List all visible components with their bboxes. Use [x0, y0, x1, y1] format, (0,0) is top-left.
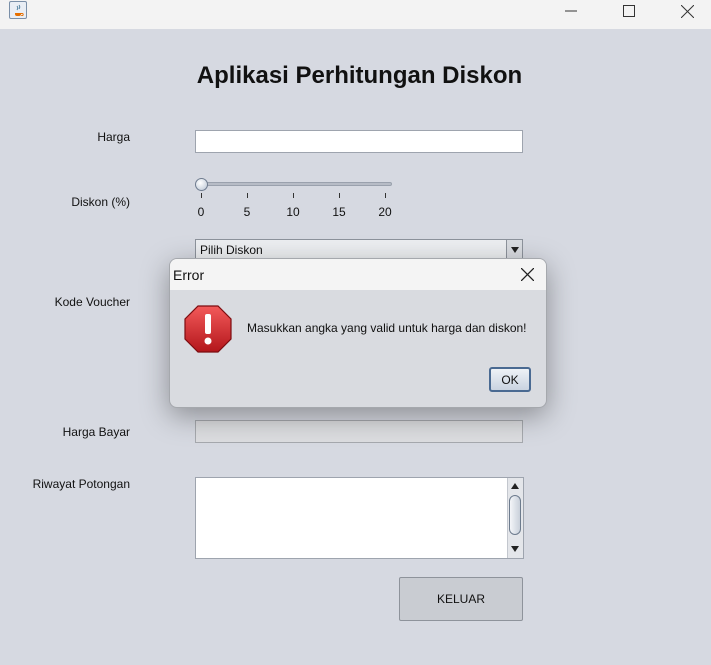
diskon-combo[interactable]: Pilih Diskon: [195, 239, 523, 260]
riwayat-label: Riwayat Potongan: [32, 477, 130, 491]
java-app-icon: [9, 1, 27, 19]
maximize-icon: [623, 5, 635, 17]
slider-tick: [201, 193, 202, 198]
keluar-button[interactable]: KELUAR: [399, 577, 523, 621]
minimize-button[interactable]: [548, 0, 594, 22]
ok-button[interactable]: OK: [489, 367, 531, 392]
close-icon: [520, 267, 534, 281]
harga-input[interactable]: [195, 130, 523, 153]
error-icon: [184, 305, 232, 353]
minimize-icon: [565, 10, 577, 12]
combo-selected-text: Pilih Diskon: [200, 243, 263, 257]
slider-tick: [385, 193, 386, 198]
chevron-down-icon[interactable]: [506, 240, 522, 259]
slider-tick: [247, 193, 248, 198]
dialog-title: Error: [173, 267, 205, 283]
maximize-button[interactable]: [606, 0, 652, 22]
harga-bayar-field: [195, 420, 523, 443]
close-icon: [680, 4, 694, 18]
page-title: Aplikasi Perhitungan Diskon: [196, 62, 523, 89]
slider-tick-label: 15: [332, 205, 346, 219]
kode-voucher-label: Kode Voucher: [54, 295, 130, 309]
scroll-up-icon[interactable]: [508, 479, 522, 493]
harga-label: Harga: [97, 130, 130, 144]
scrollbar-thumb[interactable]: [509, 495, 521, 535]
window-titlebar: [0, 0, 711, 29]
diskon-slider-track[interactable]: [200, 182, 392, 186]
dialog-close-button[interactable]: [518, 265, 536, 283]
slider-tick: [293, 193, 294, 198]
slider-tick-label: 5: [243, 205, 251, 219]
riwayat-textarea[interactable]: [195, 477, 524, 559]
vertical-scrollbar[interactable]: [507, 478, 523, 558]
dialog-titlebar: Error: [170, 259, 546, 290]
diskon-label: Diskon (%): [71, 195, 130, 209]
slider-tick-label: 0: [197, 205, 205, 219]
slider-tick-label: 10: [286, 205, 300, 219]
scroll-down-icon[interactable]: [508, 542, 522, 556]
slider-tick: [339, 193, 340, 198]
diskon-slider-thumb[interactable]: [195, 178, 208, 191]
error-dialog: Error Masukkan angka yang valid untuk ha…: [169, 258, 547, 408]
slider-tick-label: 20: [378, 205, 392, 219]
close-window-button[interactable]: [664, 0, 710, 22]
harga-bayar-label: Harga Bayar: [62, 425, 130, 439]
dialog-message: Masukkan angka yang valid untuk harga da…: [247, 321, 527, 335]
